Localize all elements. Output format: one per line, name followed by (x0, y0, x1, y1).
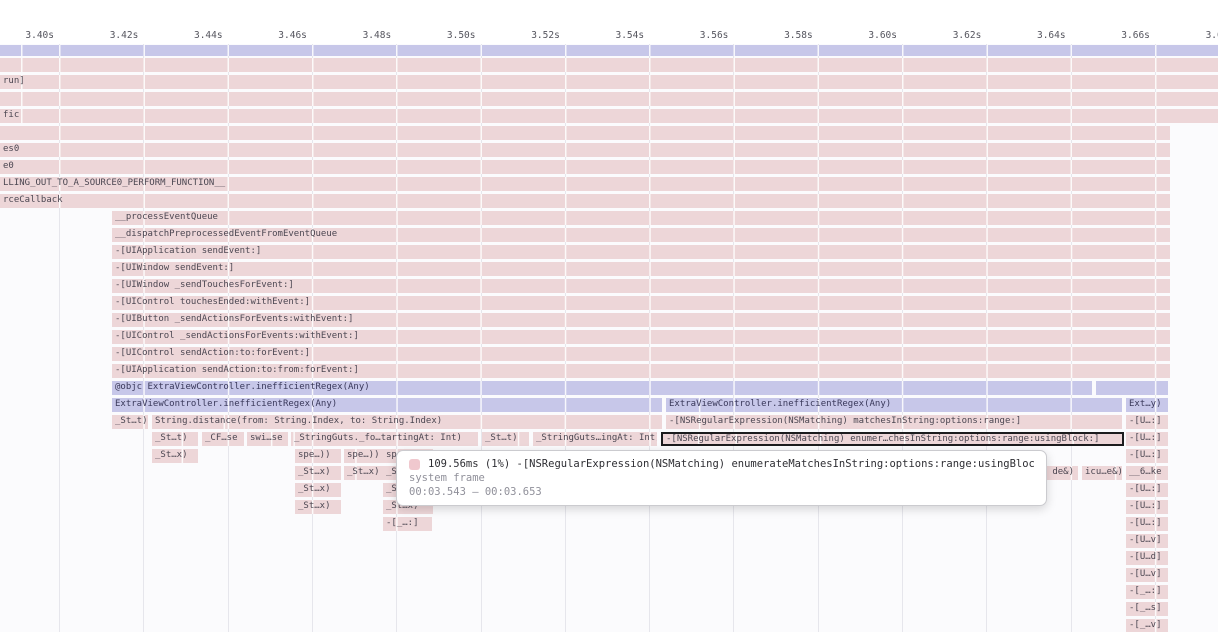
flame-bar[interactable]: -[_…:] (383, 517, 432, 531)
timeline-ruler[interactable]: 3.40s 3.42s 3.44s 3.46s 3.48s 3.50s 3.52s 3.54s… (0, 27, 1218, 44)
flame-bar[interactable]: -[U…:] (1126, 517, 1168, 531)
flame-bar[interactable]: -[U…v] (1126, 534, 1168, 548)
ruler-tick-label: 3.44s (194, 30, 223, 41)
ruler-tick-label: 3.62s (953, 30, 982, 41)
flame-bar[interactable]: @objc ExtraViewController.inefficientReg… (112, 381, 1092, 395)
flame-bar[interactable]: _St…x) (152, 449, 198, 463)
flame-bar[interactable]: -[UIWindow _sendTouchesForEvent:] (112, 279, 1170, 293)
ruler-tick-label: 3.48s (363, 30, 392, 41)
hover-tooltip: 109.56ms (1%) -[NSRegularExpression(NSMa… (396, 450, 1047, 506)
flame-bar[interactable]: swi…se (247, 432, 288, 446)
flame-bar[interactable]: __6…ke (1126, 466, 1168, 480)
flame-bar[interactable]: -[UIButton _sendActionsForEvents:withEve… (112, 313, 1170, 327)
flame-bar[interactable]: -[_…v] (1126, 619, 1168, 632)
flame-bar[interactable]: -[U…:] (1126, 500, 1168, 514)
flame-bar[interactable]: spe…)) (344, 449, 385, 463)
flame-bar[interactable]: ExtraViewController.inefficientRegex(Any… (112, 398, 662, 412)
flame-bar[interactable]: rceCallback (0, 194, 1170, 208)
top-strip (0, 0, 1218, 27)
flame-bar[interactable]: -[U…d] (1126, 551, 1168, 565)
flame-bar[interactable]: LLING_OUT_TO_A_SOURCE0_PERFORM_FUNCTION_… (0, 177, 1170, 191)
ruler-tick-label: 3.50s (447, 30, 476, 41)
flame-bar[interactable]: -[UIControl sendAction:to:forEvent:] (112, 347, 1170, 361)
flame-bar[interactable]: es0 (0, 143, 1170, 157)
ruler-tick-label: 3.66s (1121, 30, 1150, 41)
flame-bar[interactable]: -[UIApplication sendAction:to:from:forEv… (112, 364, 1170, 378)
ruler-tick-label: 3.56s (700, 30, 729, 41)
flame-bar[interactable] (0, 92, 1218, 106)
ruler-tick-label: 3.68s (1206, 30, 1218, 41)
flame-bar[interactable] (1096, 381, 1168, 395)
flame-bar[interactable]: -[UIWindow sendEvent:] (112, 262, 1170, 276)
time-profiler-flame-graph: run] fic es0 e0 LLING_OUT_TO_A_SOURCE0_PERFO… (0, 0, 1218, 632)
flame-bar[interactable]: e0 (0, 160, 1170, 174)
ruler-tick-label: 3.42s (110, 30, 139, 41)
flame-bar[interactable] (0, 45, 1218, 56)
flame-bar[interactable]: fic (0, 109, 1218, 123)
flame-bar[interactable]: -[_…:] (1126, 585, 1168, 599)
flame-bar[interactable]: spe…)) (295, 449, 341, 463)
tooltip-duration: 109.56ms (1%) (428, 458, 510, 470)
flame-bar[interactable]: -[NSRegularExpression(NSMatching) matche… (666, 415, 1122, 429)
flame-bar[interactable]: icu…e&) (1082, 466, 1122, 480)
flame-bar[interactable]: -[U…:] (1126, 449, 1168, 463)
flame-bar[interactable] (0, 58, 1218, 72)
ruler-tick-label: 3.64s (1037, 30, 1066, 41)
flame-bar[interactable]: _St…t) (482, 432, 529, 446)
flame-bar[interactable]: run] (0, 75, 1218, 89)
flame-bar[interactable]: -[U…v] (1126, 568, 1168, 582)
ruler-tick-label: 3.52s (531, 30, 560, 41)
tooltip-time-range: 00:03.543 — 00:03.653 (409, 486, 1034, 498)
flame-bar[interactable]: -[_…s] (1126, 602, 1168, 616)
flame-bar[interactable]: _St…t) (152, 432, 198, 446)
tooltip-symbol: -[NSRegularExpression(NSMatching) enumer… (517, 458, 1034, 470)
selected-flame-bar[interactable]: -[NSRegularExpression(NSMatching) enumer… (661, 432, 1124, 446)
flame-bar[interactable]: _StringGuts…ingAt: Int) (533, 432, 657, 446)
flame-bar[interactable]: _St…x) (295, 466, 341, 480)
flame-bar[interactable]: String.distance(from: String.Index, to: … (152, 415, 662, 429)
tooltip-title: 109.56ms (1%) -[NSRegularExpression(NSMa… (409, 458, 1034, 470)
flame-bar[interactable]: -[UIApplication sendEvent:] (112, 245, 1170, 259)
flame-bar[interactable]: -[UIControl _sendActionsForEvents:withEv… (112, 330, 1170, 344)
ruler-tick-label: 3.58s (784, 30, 813, 41)
ruler-tick-label: 3.60s (868, 30, 897, 41)
frame-color-swatch-icon (409, 459, 420, 470)
flame-bar[interactable]: _CF…se (202, 432, 244, 446)
flame-bar[interactable] (0, 126, 1170, 140)
flame-bar[interactable]: -[UIControl touchesEnded:withEvent:] (112, 296, 1170, 310)
flame-bar[interactable]: -[U…:] (1126, 483, 1168, 497)
flame-bar[interactable]: __dispatchPreprocessedEventFromEventQueu… (112, 228, 1170, 242)
flame-bar[interactable]: Ext…y) (1126, 398, 1168, 412)
tooltip-frame-type: system frame (409, 472, 1034, 484)
ruler-tick-label: 3.46s (278, 30, 307, 41)
flame-bar[interactable]: _StringGuts._fo…tartingAt: Int) (291, 432, 478, 446)
flame-bar[interactable]: _St…x) (295, 500, 341, 514)
ruler-tick-label: 3.40s (25, 30, 54, 41)
flame-bar[interactable]: _St…x) (295, 483, 341, 497)
flame-bar[interactable]: -[U…:] (1126, 432, 1168, 446)
flame-bar[interactable]: -[U…:] (1126, 415, 1168, 429)
call-stack-rows: run] fic es0 e0 LLING_OUT_TO_A_SOURCE0_PERFO… (0, 0, 1218, 632)
flame-bar[interactable]: __processEventQueue (112, 211, 1170, 225)
flame-bar[interactable]: _St…t) (112, 415, 148, 429)
flame-bar[interactable]: ExtraViewController.inefficientRegex(Any… (666, 398, 1122, 412)
ruler-tick-label: 3.54s (615, 30, 644, 41)
flame-bar[interactable]: _St…x) (344, 466, 385, 480)
